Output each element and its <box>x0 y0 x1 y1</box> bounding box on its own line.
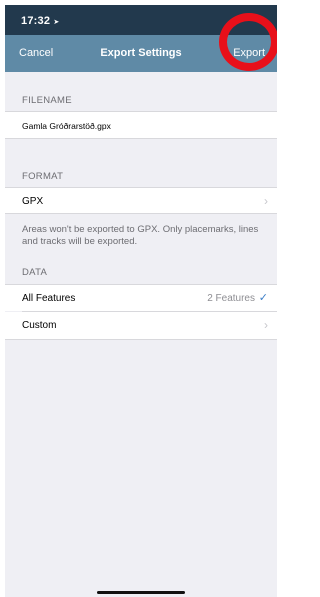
all-features-row[interactable]: All Features 2 Features ✓ <box>5 284 277 311</box>
annotation-circle <box>219 13 277 71</box>
divider <box>5 213 277 214</box>
chevron-right-icon: › <box>264 318 268 332</box>
custom-label: Custom <box>22 320 57 331</box>
checkmark-icon: ✓ <box>258 292 268 304</box>
filename-value: Gamla Gróðrarstöð.gpx <box>22 121 111 131</box>
format-row[interactable]: GPX › <box>5 187 277 214</box>
home-indicator[interactable] <box>97 591 185 594</box>
all-features-label: All Features <box>22 293 76 304</box>
format-header: FORMAT <box>22 171 64 182</box>
format-value: GPX <box>22 196 44 207</box>
all-features-count: 2 Features <box>207 293 255 304</box>
format-note: Areas won't be exported to GPX. Only pla… <box>22 224 259 247</box>
custom-row[interactable]: Custom › <box>5 312 277 339</box>
filename-header: FILENAME <box>22 95 72 106</box>
divider <box>5 339 277 340</box>
filename-field[interactable]: Gamla Gróðrarstöð.gpx <box>5 111 277 139</box>
divider <box>5 138 277 139</box>
chevron-right-icon: › <box>264 194 268 208</box>
data-header: DATA <box>22 267 48 278</box>
phone-screen: 17:32 ➤ Cancel Export Settings Export FI… <box>5 5 277 597</box>
location-arrow-icon: ➤ <box>53 19 60 26</box>
status-time: 17:32 ➤ <box>21 15 60 27</box>
